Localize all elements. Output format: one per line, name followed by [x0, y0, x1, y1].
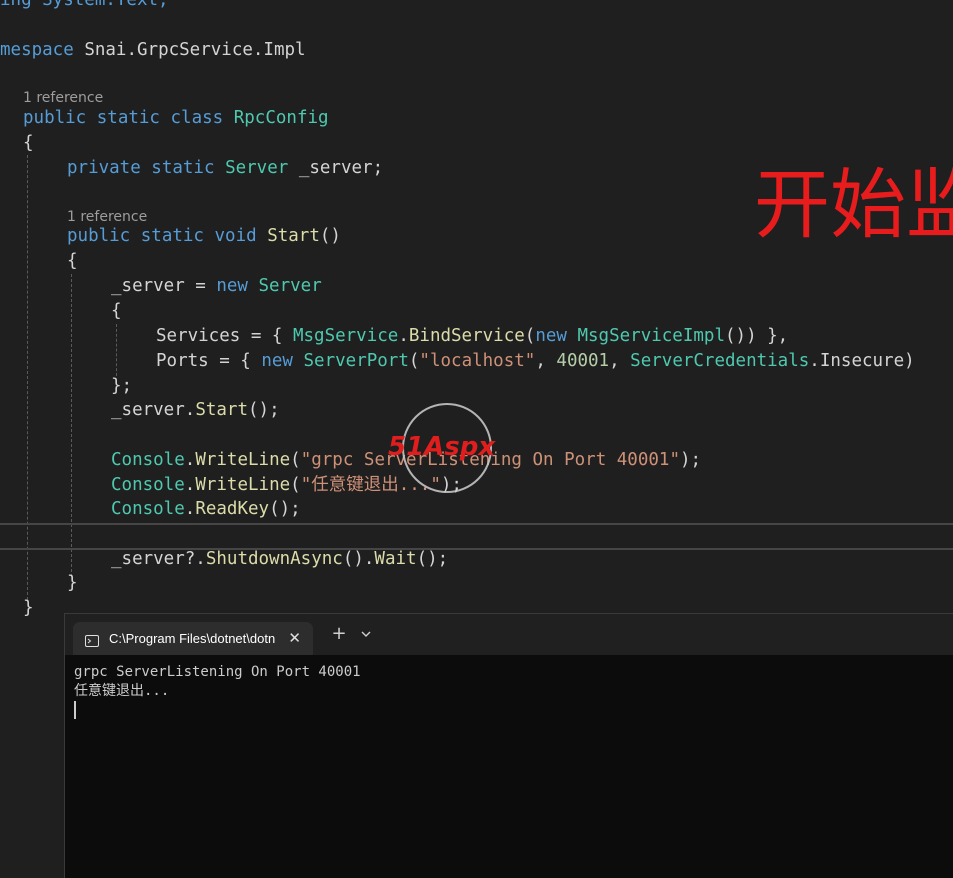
code-line-namespace: mespace Snai.GrpcService.Impl [0, 40, 306, 60]
indent-guide [116, 324, 117, 376]
code-line-shutdown: _server?.ShutdownAsync().Wait(); [111, 549, 449, 569]
code-line-using: ing System.Text; [0, 0, 169, 10]
terminal-output-line: grpc ServerListening On Port 40001 [74, 664, 361, 680]
codelens-class-references[interactable]: 1 reference [23, 89, 103, 107]
watermark-logo: 51Aspx [386, 402, 516, 494]
terminal-tab-title: C:\Program Files\dotnet\dotn [109, 631, 276, 646]
current-line-highlight [0, 523, 953, 550]
code-line-class: public static class RpcConfig [23, 108, 329, 128]
chevron-down-icon[interactable] [355, 621, 377, 647]
red-annotation-text: 开始监 [754, 160, 953, 249]
code-line-brace: { [67, 251, 78, 271]
code-line-method: public static void Start() [67, 226, 341, 246]
code-line-brace-close: } [23, 598, 34, 618]
code-line-brace: { [23, 133, 34, 153]
terminal-tab[interactable]: C:\Program Files\dotnet\dotn ✕ [73, 622, 313, 655]
code-line-brace-close: } [67, 573, 78, 593]
code-line-brace: { [111, 301, 122, 321]
code-line-server-start: _server.Start(); [111, 400, 280, 420]
new-tab-button[interactable]: + [327, 621, 351, 647]
code-line-field: private static Server _server; [67, 158, 384, 178]
terminal-cursor [74, 701, 76, 719]
code-line-ports: Ports = { new ServerPort("localhost", 40… [156, 351, 915, 371]
terminal-icon [85, 632, 99, 647]
terminal-window[interactable]: C:\Program Files\dotnet\dotn ✕ + grpc Se… [64, 613, 953, 878]
terminal-output-line: 任意键退出... [74, 683, 170, 699]
code-line-services: Services = { MsgService.BindService(new … [156, 326, 789, 346]
watermark-text: 51Aspx [388, 432, 496, 462]
close-icon[interactable]: ✕ [288, 622, 301, 655]
code-line-server-new: _server = new Server [111, 276, 322, 296]
code-line-init-close: }; [111, 376, 133, 396]
code-line-readkey: Console.ReadKey(); [111, 499, 301, 519]
terminal-tab-bar: C:\Program Files\dotnet\dotn ✕ + [65, 614, 953, 655]
